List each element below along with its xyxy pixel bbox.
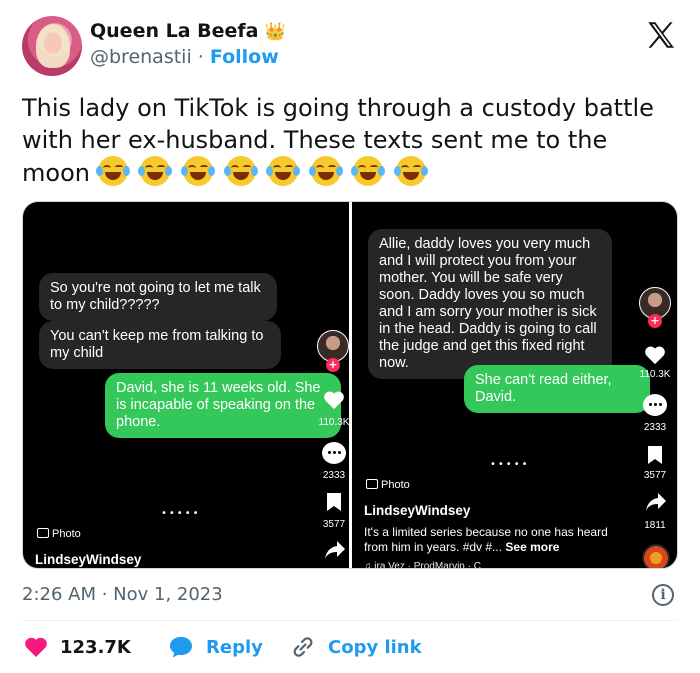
x-logo-icon[interactable] [644, 18, 678, 52]
like-count: 123.7K [60, 636, 131, 658]
follow-plus-icon[interactable]: + [648, 314, 662, 328]
bookmark-icon[interactable] [326, 492, 342, 512]
handle-separator: · [197, 46, 204, 68]
tweet-media[interactable]: So you're not going to let me talk to my… [22, 201, 678, 569]
photo-label: Photo [52, 528, 81, 540]
copy-link-button[interactable]: Copy link [290, 632, 422, 662]
joy-emoji-icon [138, 156, 173, 186]
caption-text: It's a limited series because no one has… [364, 525, 608, 554]
joy-emoji-icon [351, 156, 386, 186]
follow-plus-icon[interactable]: + [326, 358, 340, 372]
share-icon[interactable] [324, 540, 346, 560]
comment-count: 2333 [322, 470, 346, 481]
joy-emoji-icon [95, 156, 130, 186]
divider [22, 620, 678, 621]
like-button[interactable]: 123.7K [24, 632, 131, 662]
copy-link-label: Copy link [328, 636, 422, 658]
message-received: You can't keep me from talking to my chi… [39, 321, 281, 369]
photo-tag: Photo [366, 479, 410, 491]
heart-icon[interactable] [644, 345, 666, 365]
crown-icon: 👑 [264, 22, 286, 42]
author-avatar[interactable] [22, 16, 82, 76]
joy-emoji-icon [266, 156, 301, 186]
comment-icon[interactable] [322, 442, 346, 464]
photo-tag: Photo [37, 528, 81, 540]
photo-icon [37, 528, 49, 538]
author-handle[interactable]: @brenastii [90, 46, 192, 68]
speech-bubble-icon [170, 637, 192, 658]
comment-count: 2333 [643, 422, 667, 433]
heart-icon [25, 637, 47, 657]
video-caption: It's a limited series because no one has… [364, 525, 614, 555]
avatar-face [44, 32, 62, 54]
reply-label: Reply [206, 636, 263, 658]
tweet-header: Queen La Beefa 👑 @brenastii · Follow [22, 16, 682, 78]
share-icon[interactable] [645, 492, 667, 512]
message-sent: She can't read either, David. [464, 365, 650, 413]
link-icon [293, 637, 313, 657]
joy-emoji-icon [180, 156, 215, 186]
photo-icon [366, 479, 378, 489]
message-received: So you're not going to let me talk to my… [39, 273, 277, 321]
share-count: 1811 [644, 520, 666, 531]
message-received: Allie, daddy loves you very much and I w… [368, 229, 612, 379]
media-image-right[interactable]: Allie, daddy loves you very much and I w… [352, 202, 677, 568]
joy-emoji-icon [308, 156, 343, 186]
tiktok-username[interactable]: LindseyWindsey [35, 552, 141, 567]
author-handle-row: @brenastii · Follow [90, 46, 279, 68]
joy-emoji-icon [394, 156, 429, 186]
comment-icon[interactable] [643, 394, 667, 416]
info-icon[interactable]: i [652, 584, 674, 606]
author-name-text: Queen La Beefa [90, 20, 259, 42]
photo-label: Photo [381, 479, 410, 491]
bookmark-icon[interactable] [647, 445, 663, 465]
tweet-actions: 123.7K Reply Copy link [22, 632, 678, 662]
save-count: 3577 [322, 519, 346, 530]
carousel-dots: ••••• [161, 508, 201, 519]
like-count: 110.3K [318, 417, 349, 428]
tweet-text: This lady on TikTok is going through a c… [22, 92, 672, 189]
media-image-left[interactable]: So you're not going to let me talk to my… [23, 202, 349, 568]
music-disc-icon[interactable] [642, 544, 670, 568]
emoji-row [95, 156, 430, 189]
follow-button[interactable]: Follow [210, 46, 279, 68]
message-sent: David, she is 11 weeks old. She is incap… [105, 373, 341, 438]
tweet-timestamp[interactable]: 2:26 AM · Nov 1, 2023 [22, 584, 223, 605]
author-name[interactable]: Queen La Beefa 👑 [90, 20, 286, 42]
carousel-dots: ••••• [490, 459, 530, 470]
music-ticker[interactable]: ♫ ira Vez · ProdMarvin · C [364, 561, 481, 568]
see-more-link[interactable]: See more [505, 540, 559, 554]
reply-button[interactable]: Reply [168, 632, 263, 662]
joy-emoji-icon [223, 156, 258, 186]
like-count: 110.3K [639, 369, 671, 380]
heart-icon[interactable] [323, 390, 345, 410]
tiktok-username[interactable]: LindseyWindsey [364, 503, 470, 518]
save-count: 3577 [643, 470, 667, 481]
